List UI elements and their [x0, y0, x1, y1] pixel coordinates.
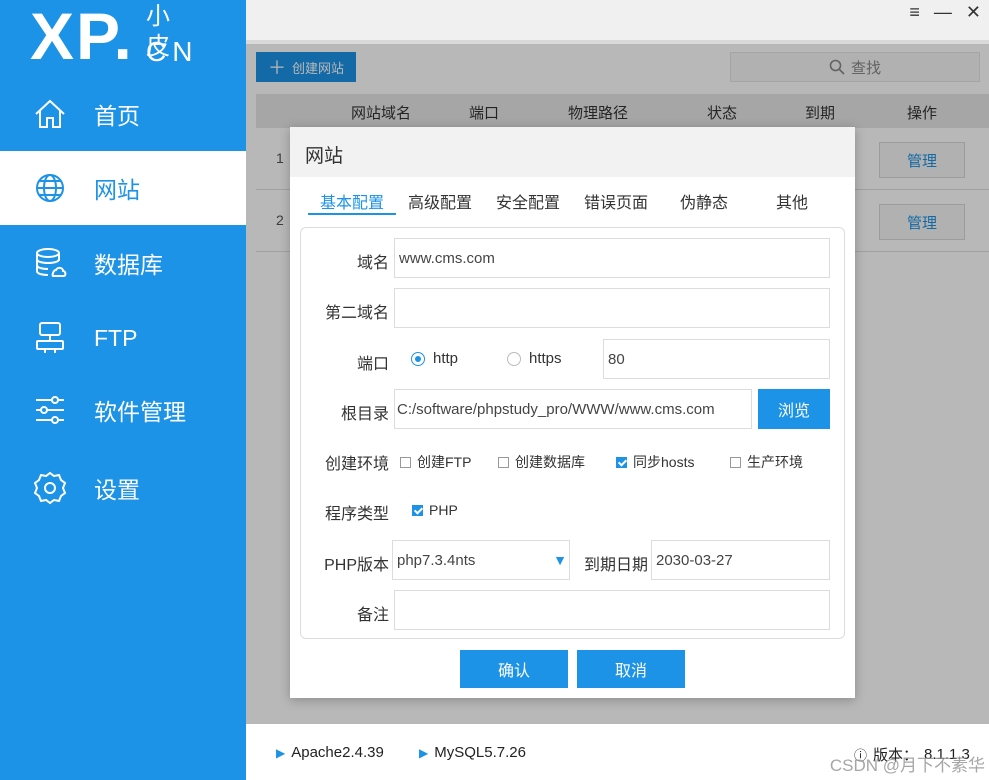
checkbox-label: 同步hosts: [633, 454, 695, 470]
checkbox-checked-icon: [616, 456, 627, 468]
browse-button[interactable]: 浏览: [758, 389, 830, 429]
checkbox-label: PHP: [429, 502, 458, 518]
domain-label: 域名: [356, 255, 389, 272]
sidebar-item-label: 网站: [94, 177, 140, 203]
radio-unselected-icon: [507, 351, 521, 366]
php-checkbox[interactable]: PHP: [412, 502, 458, 518]
http-label: http: [433, 350, 459, 367]
play-icon: ▶: [419, 745, 429, 760]
checkbox-icon: [498, 456, 509, 468]
root-dir-field[interactable]: C:/software/phpstudy_pro/WWW/www.cms.com: [394, 389, 752, 429]
website-dialog: 网站 基本配置 高级配置 安全配置 错误页面 伪静态 其他 域名 www.cms…: [290, 127, 855, 698]
expire-date-label: 到期日期: [583, 557, 648, 574]
second-domain-field[interactable]: [394, 288, 830, 328]
tab-error-pages[interactable]: 错误页面: [572, 183, 660, 215]
apache-label: Apache2.4.39: [291, 744, 384, 761]
php-version-label: PHP版本: [324, 557, 389, 574]
sidebar-item-software[interactable]: 软件管理: [0, 373, 246, 447]
second-domain-label: 第二域名: [324, 305, 389, 322]
sidebar: XP. 小皮 CN 首页 网站 数据库 FTP 软件管理 设置: [0, 0, 246, 780]
watermark: CSDN @月下不素华: [829, 756, 985, 775]
gear-icon: [32, 470, 68, 506]
sidebar-item-database[interactable]: 数据库: [0, 226, 246, 300]
root-dir-label: 根目录: [340, 406, 389, 423]
menu-icon[interactable]: ≡: [909, 2, 920, 23]
confirm-button[interactable]: 确认: [460, 650, 568, 688]
tab-other[interactable]: 其他: [748, 183, 836, 215]
http-radio[interactable]: http: [411, 350, 458, 367]
play-icon: ▶: [276, 745, 286, 760]
sidebar-item-label: 首页: [94, 103, 140, 129]
php-version-select[interactable]: php7.3.4nts ▼: [392, 540, 570, 580]
tab-basic[interactable]: 基本配置: [308, 183, 396, 215]
port-field[interactable]: 80: [603, 339, 830, 379]
sidebar-item-label: 数据库: [94, 252, 163, 278]
php-version-value: php7.3.4nts: [397, 552, 476, 569]
radio-selected-icon: [411, 351, 425, 366]
dropdown-arrow-icon: ▼: [553, 552, 567, 568]
checkbox-label: 创建数据库: [515, 454, 585, 470]
apache-status[interactable]: ▶ Apache2.4.39: [276, 744, 384, 761]
note-field[interactable]: [394, 590, 830, 630]
basic-config-form: 域名 www.cms.com 第二域名 端口 http https 80 根目录…: [300, 227, 845, 639]
sidebar-item-home[interactable]: 首页: [0, 77, 246, 151]
sidebar-item-label: 软件管理: [94, 399, 186, 425]
sidebar-item-ftp[interactable]: FTP: [0, 301, 246, 375]
sidebar-item-settings[interactable]: 设置: [0, 451, 246, 525]
home-icon: [32, 96, 68, 132]
domain-field[interactable]: www.cms.com: [394, 238, 830, 278]
port-label: 端口: [356, 356, 389, 373]
dialog-tabs: 基本配置 高级配置 安全配置 错误页面 伪静态 其他: [308, 183, 838, 215]
sidebar-item-website[interactable]: 网站: [0, 151, 246, 225]
sliders-icon: [32, 392, 68, 428]
minimize-icon[interactable]: —: [934, 2, 952, 23]
server-icon: [32, 320, 68, 356]
checkbox-checked-icon: [412, 504, 423, 516]
checkbox-icon: [730, 456, 741, 468]
sync-hosts-checkbox[interactable]: 同步hosts: [616, 452, 694, 472]
globe-icon: [32, 170, 68, 206]
close-icon[interactable]: ✕: [966, 2, 981, 23]
tab-security[interactable]: 安全配置: [484, 183, 572, 215]
logo-cn-bottom: CN: [146, 36, 199, 67]
https-label: https: [529, 350, 562, 367]
expire-date-field[interactable]: 2030-03-27: [651, 540, 830, 580]
env-label: 创建环境: [324, 456, 389, 473]
sidebar-item-label: FTP: [94, 324, 138, 351]
tab-advanced[interactable]: 高级配置: [396, 183, 484, 215]
database-icon: [32, 245, 68, 281]
window-controls: ≡ — ✕: [909, 2, 981, 23]
production-env-checkbox[interactable]: 生产环境: [730, 452, 803, 472]
program-type-label: 程序类型: [324, 506, 389, 523]
mysql-label: MySQL5.7.26: [434, 744, 526, 761]
dialog-title: 网站: [290, 127, 855, 177]
tab-rewrite[interactable]: 伪静态: [660, 183, 748, 215]
logo-brand: XP.: [30, 0, 134, 73]
mysql-status[interactable]: ▶ MySQL5.7.26: [419, 744, 526, 761]
checkbox-label: 生产环境: [747, 454, 803, 470]
sidebar-item-label: 设置: [94, 477, 140, 503]
create-db-checkbox[interactable]: 创建数据库: [498, 452, 585, 472]
checkbox-icon: [400, 456, 411, 468]
note-label: 备注: [356, 607, 389, 624]
checkbox-label: 创建FTP: [417, 454, 472, 470]
create-ftp-checkbox[interactable]: 创建FTP: [400, 452, 471, 472]
cancel-button[interactable]: 取消: [577, 650, 685, 688]
https-radio[interactable]: https: [507, 350, 562, 367]
